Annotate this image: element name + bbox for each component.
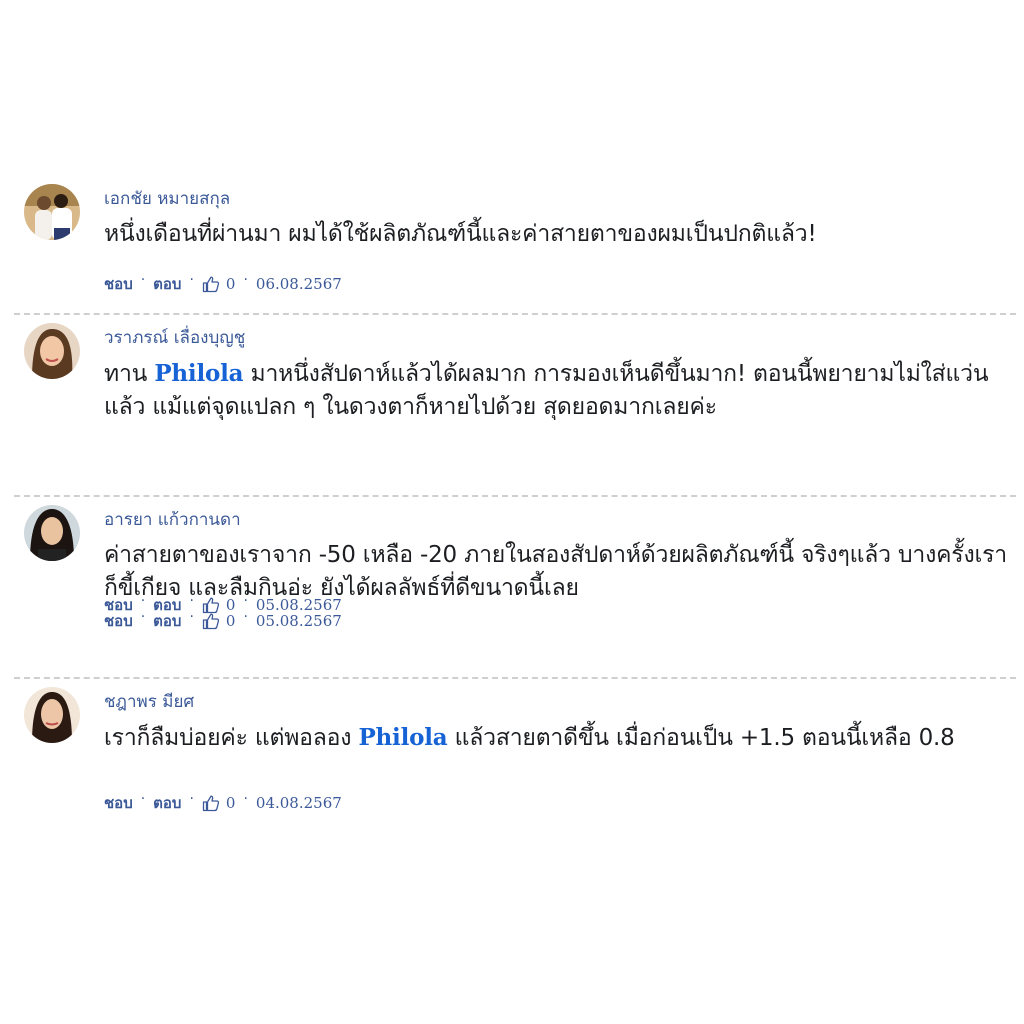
comments-feed: เอกชัย หมายสกุล หนึ่งเดือนที่ผ่านมา ผมได… xyxy=(0,176,1024,861)
separator: · xyxy=(243,791,248,807)
comment-date[interactable]: 05.08.2567 xyxy=(256,612,342,630)
woman-photo-avatar[interactable] xyxy=(24,323,80,379)
comment-text: ทาน Philola มาหนึ่งสัปดาห์แล้วได้ผลมาก ก… xyxy=(104,357,1010,424)
comment-text-part: ค่าสายตาของเราจาก -50 เหลือ -20 ภายในสอง… xyxy=(104,542,1008,601)
comment-text: หนึ่งเดือนที่ผ่านมา ผมได้ใช้ผลิตภัณฑ์นี้… xyxy=(104,218,1010,251)
woman-photo-avatar[interactable] xyxy=(24,687,80,743)
separator: · xyxy=(189,272,194,288)
comment-actions: ชอบ · ตอบ · 0 · 05.08.2567 xyxy=(104,609,342,633)
separator: · xyxy=(140,609,146,625)
separator: · xyxy=(140,272,146,288)
like-count: 0 xyxy=(225,794,236,812)
comment-author[interactable]: วราภรณ์ เลื่องบุญชู xyxy=(104,327,1010,349)
thumbs-up-icon[interactable] xyxy=(202,612,220,630)
comment-item: อารยา แก้วกานดา ค่าสายตาของเราจาก -50 เห… xyxy=(0,497,1024,679)
comment-text: ค่าสายตาของเราจาก -50 เหลือ -20 ภายในสอง… xyxy=(104,539,1010,605)
separator: · xyxy=(243,609,248,625)
separator: · xyxy=(140,791,146,807)
comment-actions: ชอบ · ตอบ · 0 · 04.08.2567 xyxy=(104,791,342,815)
reply-link[interactable]: ตอบ xyxy=(153,272,181,296)
separator: · xyxy=(189,609,194,625)
comment-author[interactable]: เอกชัย หมายสกุล xyxy=(104,188,1010,210)
woman-photo-avatar[interactable] xyxy=(24,505,80,561)
couple-photo-avatar[interactable] xyxy=(24,184,80,240)
comment-item: เอกชัย หมายสกุล หนึ่งเดือนที่ผ่านมา ผมได… xyxy=(0,176,1024,315)
separator: · xyxy=(189,791,194,807)
thumbs-up-icon[interactable] xyxy=(202,275,220,293)
reply-link[interactable]: ตอบ xyxy=(153,791,181,815)
comment-text-part: ทาน xyxy=(104,361,155,387)
brand-name: Philola xyxy=(154,360,244,387)
like-link[interactable]: ชอบ xyxy=(104,609,133,633)
like-link[interactable]: ชอบ xyxy=(104,272,133,296)
like-count: 0 xyxy=(225,275,236,293)
comment-text: เราก็ลืมบ่อยค่ะ แต่พอลอง Philola แล้วสาย… xyxy=(104,721,1010,755)
separator: · xyxy=(243,272,248,288)
comment-date[interactable]: 04.08.2567 xyxy=(256,794,342,812)
comment-text-part: เราก็ลืมบ่อยค่ะ แต่พอลอง xyxy=(104,725,359,751)
comment-author[interactable]: อารยา แก้วกานดา xyxy=(104,509,1010,531)
like-count: 0 xyxy=(225,612,236,630)
like-link[interactable]: ชอบ xyxy=(104,791,133,815)
comment-item: ชฎาพร มียศ เราก็ลืมบ่อยค่ะ แต่พอลอง Phil… xyxy=(0,679,1024,861)
brand-name: Philola xyxy=(358,724,448,751)
thumbs-up-icon[interactable] xyxy=(202,794,220,812)
comment-author[interactable]: ชฎาพร มียศ xyxy=(104,691,1010,713)
reply-link[interactable]: ตอบ xyxy=(153,609,181,633)
comment-item: วราภรณ์ เลื่องบุญชู ทาน Philola มาหนึ่งส… xyxy=(0,315,1024,614)
comment-text-part: หนึ่งเดือนที่ผ่านมา ผมได้ใช้ผลิตภัณฑ์นี้… xyxy=(104,221,817,247)
comment-date[interactable]: 06.08.2567 xyxy=(256,275,342,293)
comment-text-part: แล้วสายตาดีขึ้น เมื่อก่อนเป็น +1.5 ตอนนี… xyxy=(447,725,955,751)
comment-actions: ชอบ · ตอบ · 0 · 06.08.2567 xyxy=(104,272,342,296)
